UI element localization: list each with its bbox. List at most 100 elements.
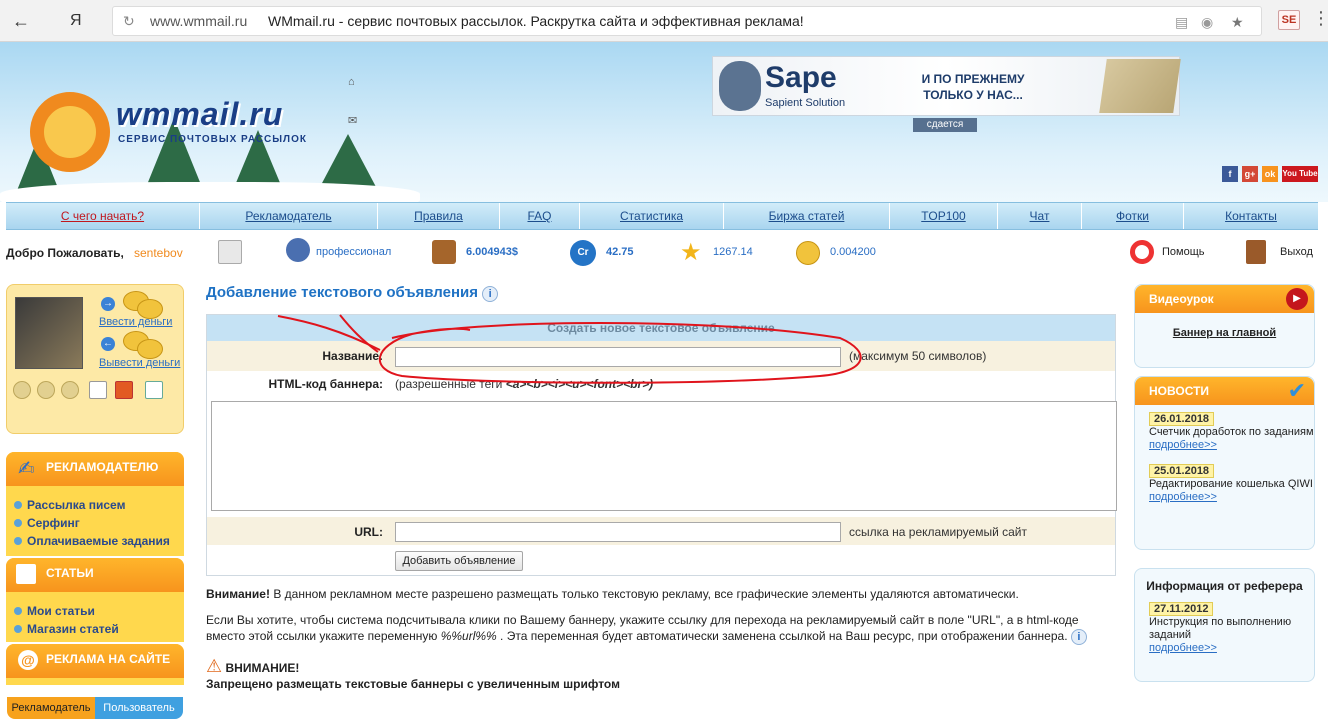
at-icon: @: [18, 650, 38, 670]
reload-icon[interactable]: ↻: [123, 13, 135, 30]
deposit-link[interactable]: Ввести деньги: [99, 316, 172, 328]
name-note: (максимум 50 символов): [849, 349, 987, 363]
tab-advertiser[interactable]: Рекламодатель: [7, 697, 95, 719]
odnoklassniki-icon[interactable]: ok: [1262, 166, 1278, 182]
nav-chat[interactable]: Чат: [998, 203, 1082, 229]
logo-tagline: СЕРВИС ПОЧТОВЫХ РАССЫЛОК: [118, 134, 307, 145]
address-bar[interactable]: ↻ www.wmmail.ru WMmail.ru - сервис почто…: [112, 6, 1262, 36]
site-header: wmmail.ru СЕРВИС ПОЧТОВЫХ РАССЫЛОК ⌂ ✉ S…: [0, 42, 1328, 212]
help-lifebuoy-icon[interactable]: [1130, 240, 1154, 264]
url-label: URL:: [354, 525, 383, 539]
play-icon[interactable]: ▶: [1286, 288, 1308, 310]
form-row-name: Название: (максимум 50 символов): [207, 341, 1115, 371]
news-more-link[interactable]: подробнее>>: [1149, 439, 1314, 451]
google-plus-icon[interactable]: g+: [1242, 166, 1258, 182]
address-domain: www.wmmail.ru: [150, 13, 248, 29]
bookmark-star-icon[interactable]: ★: [1231, 14, 1244, 31]
back-arrow-icon[interactable]: ←: [12, 11, 30, 32]
info-icon[interactable]: i: [482, 286, 499, 302]
checkmark-icon: ✔: [1287, 378, 1306, 403]
banner-message: И ПО ПРЕЖНЕМУ ТОЛЬКО У НАС...: [921, 72, 1025, 102]
referrer-box: Информация от реферера 27.11.2012 Инстру…: [1134, 568, 1315, 682]
brain-icon: [719, 61, 761, 111]
menu-item-my-articles[interactable]: Мои статьи: [6, 602, 184, 620]
nav-contacts[interactable]: Контакты: [1184, 203, 1318, 229]
logo-text: wmmail.ru: [116, 96, 284, 132]
arrow-right-icon: →: [101, 297, 115, 311]
warning-text: Внимание! В данном рекламном месте разре…: [206, 587, 1019, 601]
form-header: Создать новое текстовое объявление: [207, 315, 1115, 341]
rating-value: 1267.14: [713, 246, 753, 258]
coins-icon: [137, 339, 163, 359]
nav-rules[interactable]: Правила: [378, 203, 500, 229]
nav-articles-exchange[interactable]: Биржа статей: [724, 203, 890, 229]
url-note: ссылка на рекламируемый сайт: [849, 525, 1028, 539]
user-level: профессионал: [316, 246, 392, 258]
video-lesson-title: Видеоурок ▶: [1135, 285, 1314, 313]
add-ad-button[interactable]: Добавить объявление: [395, 551, 523, 571]
nav-top100[interactable]: TOP100: [890, 203, 998, 229]
ad-form: Создать новое текстовое объявление Назва…: [206, 314, 1117, 576]
nav-photos[interactable]: Фотки: [1082, 203, 1184, 229]
chest-icon: [432, 240, 456, 264]
url-input[interactable]: [395, 522, 841, 542]
video-link[interactable]: Баннер на главной: [1135, 313, 1314, 339]
main-nav: С чего начать? Рекламодатель Правила FAQ…: [6, 202, 1318, 230]
banner-tag[interactable]: сдается: [913, 118, 977, 132]
youtube-icon[interactable]: You Tube: [1282, 166, 1318, 182]
nav-advertiser[interactable]: Рекламодатель: [200, 203, 378, 229]
news-list: 26.01.2018 Счетчик доработок по заданиям п…: [1135, 405, 1314, 503]
scroll-icon[interactable]: [218, 240, 242, 264]
exit-door-icon[interactable]: [1246, 240, 1266, 264]
news-title: НОВОСТИ ✔: [1135, 377, 1314, 405]
tab-user[interactable]: Пользователь: [95, 697, 183, 719]
menu-item-tasks[interactable]: Оплачиваемые задания: [6, 532, 184, 550]
chart-icon[interactable]: [145, 381, 163, 399]
username[interactable]: sentebov: [134, 246, 183, 260]
withdraw-link[interactable]: Вывести деньги: [99, 357, 180, 369]
menu-item-surfing[interactable]: Серфинг: [6, 514, 184, 532]
referrer-more-link[interactable]: подробнее>>: [1149, 642, 1314, 654]
yandex-logo-icon[interactable]: Я: [70, 12, 82, 30]
exit-link[interactable]: Выход: [1280, 246, 1313, 258]
menu-item-mailing[interactable]: Рассылка писем: [6, 496, 184, 514]
info-icon[interactable]: i: [1070, 629, 1087, 645]
balance: 6.004943$: [466, 246, 518, 258]
menu-icon[interactable]: ⋮: [1312, 8, 1328, 29]
help-link[interactable]: Помощь: [1162, 246, 1205, 258]
rating-star-icon: ★: [680, 239, 702, 266]
news-item: 25.01.2018 Редактирование кошелька QIWI по…: [1149, 464, 1314, 503]
browser-toolbar: ← Я ↻ www.wmmail.ru WMmail.ru - сервис п…: [0, 0, 1328, 42]
money-image: [1099, 59, 1181, 113]
mail-icon[interactable]: ✉: [348, 114, 357, 127]
articles-panel-title: СТАТЬИ: [6, 558, 184, 592]
credit-value: 42.75: [606, 246, 634, 258]
blocks-icon[interactable]: [115, 381, 133, 399]
html-code-textarea[interactable]: [211, 401, 1117, 511]
nav-statistics[interactable]: Статистика: [580, 203, 724, 229]
medal-icon: [37, 381, 55, 399]
referrer-title: Информация от реферера: [1146, 579, 1303, 593]
protect-icon[interactable]: ◉: [1201, 14, 1213, 31]
form-row-url: URL: ссылка на рекламируемый сайт: [207, 517, 1115, 545]
menu-item-article-shop[interactable]: Магазин статей: [6, 620, 184, 638]
extension-icon[interactable]: SE: [1278, 10, 1300, 30]
avatar[interactable]: [15, 297, 83, 369]
document-icon: [16, 564, 36, 584]
translate-icon[interactable]: ▤: [1175, 14, 1188, 31]
sape-banner[interactable]: Sape Sapient Solution И ПО ПРЕЖНЕМУ ТОЛЬК…: [712, 56, 1181, 116]
nav-start[interactable]: С чего начать?: [6, 203, 200, 229]
medal-icon: [61, 381, 79, 399]
site-ads-panel: @ РЕКЛАМА НА САЙТЕ: [6, 644, 184, 685]
referrer-item: 27.11.2012 Инструкция по выполнению зада…: [1135, 593, 1314, 654]
name-input[interactable]: [395, 347, 841, 367]
facebook-icon[interactable]: f: [1222, 166, 1238, 182]
nav-faq[interactable]: FAQ: [500, 203, 580, 229]
user-box: → Ввести деньги ← Вывести деньги Рекламо…: [6, 284, 184, 719]
home-icon[interactable]: ⌂: [348, 76, 355, 88]
edit-icon[interactable]: [89, 381, 107, 399]
news-more-link[interactable]: подробнее>>: [1149, 491, 1314, 503]
other-value: 0.004200: [830, 246, 876, 258]
hand-icon: ✍: [18, 458, 35, 480]
page-title: Добавление текстового объявления i: [206, 284, 499, 302]
